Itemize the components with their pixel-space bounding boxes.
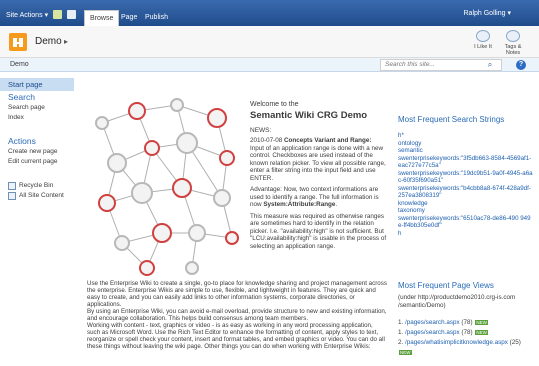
news-heading: Concepts Variant and Range: (283, 137, 372, 144)
search-strings-list: h* ontology semantic swenterprisekeyword… (398, 132, 533, 237)
search-icon[interactable]: ⌕ (484, 60, 496, 70)
search-string-link[interactable]: taxonomy (398, 207, 533, 215)
network-graphic-image (95, 98, 239, 276)
search-string-link[interactable]: h (398, 230, 533, 238)
page-view-link[interactable]: /pages/whatisimplicitknowledge.aspx (405, 339, 508, 346)
search-string-link[interactable]: knowledge (398, 200, 533, 208)
nav-link-edit-current-page[interactable]: Edit current page (8, 158, 58, 165)
title-area: Demo ▸ I Like It Tags & Notes (0, 26, 539, 58)
recycle-bin-icon (8, 182, 16, 190)
tab-page[interactable]: Page (116, 9, 142, 26)
i-like-it-button[interactable]: I Like It (470, 30, 496, 50)
top-navigation: Demo Search this site... ⌕ ? (0, 58, 539, 72)
page-view-link[interactable]: /pages/search.aspx (405, 329, 460, 336)
nav-start-page[interactable]: Start page (0, 78, 74, 91)
tab-browse[interactable]: Browse (84, 10, 120, 26)
news-label: NEWS: (250, 127, 272, 134)
new-badge: NEW (475, 329, 488, 335)
page-views-list: 1. /pages/search.aspx (78) NEW 1. /pages… (398, 318, 538, 358)
nav-link-search-page[interactable]: Search page (8, 104, 45, 111)
nav-link-index[interactable]: Index (8, 114, 24, 121)
description-paragraph-1: Use the Enterprise Wiki to create a sing… (87, 280, 387, 308)
edit-page-icon[interactable] (67, 10, 76, 19)
user-menu[interactable]: Ralph Golling ▾ (464, 9, 512, 17)
chevron-right-icon: ▸ (64, 37, 69, 46)
description-text: Use the Enterprise Wiki to create a sing… (87, 280, 387, 350)
search-string-link[interactable]: h* (398, 132, 533, 140)
site-title[interactable]: Demo (35, 36, 62, 47)
help-icon[interactable]: ? (516, 60, 526, 70)
news-date: 2010-07-08 (250, 137, 283, 144)
description-paragraph-2: By using an Enterprise Wiki, you can avo… (87, 308, 387, 322)
site-actions-menu[interactable]: Site Actions ▾ (6, 11, 49, 20)
search-string-link[interactable]: swenterprisekeywords:"b4cbb8a8-674f-428a… (398, 185, 533, 200)
search-string-link[interactable]: swenterprisekeywords:"6510ac78-de86-490 … (398, 215, 533, 230)
news-content: 2010-07-08 Concepts Variant and Range: I… (250, 137, 387, 254)
new-badge: NEW (475, 319, 488, 325)
list-item: 1. /pages/search.aspx (78) NEW (398, 329, 488, 336)
tab-publish[interactable]: Publish (140, 9, 173, 26)
topnav-item-demo[interactable]: Demo (10, 61, 29, 68)
search-strings-heading: Most Frequent Search Strings (398, 115, 505, 124)
navigate-up-icon[interactable] (53, 10, 62, 19)
description-paragraph-3: Working with content - text, graphics or… (87, 322, 385, 350)
nav-heading-search[interactable]: Search (8, 92, 35, 102)
page-title: Semantic Wiki CRG Demo (250, 110, 368, 121)
ribbon-bar: Site Actions ▾ Browse Page Publish Ralph… (0, 0, 539, 26)
site-actions-label: Site Actions (6, 11, 43, 19)
new-badge: NEW (399, 349, 412, 355)
search-string-link[interactable]: swenterprisekeywords:"19dc9b51-9a0f-4945… (398, 170, 533, 185)
list-item: NEW (398, 348, 538, 358)
nav-link-create-new-page[interactable]: Create new page (8, 148, 58, 155)
site-logo-icon[interactable] (9, 33, 27, 51)
news-paragraph-3: This measure was required as otherwise r… (250, 212, 387, 250)
tags-notes-button[interactable]: Tags & Notes (500, 30, 526, 56)
ribbon-background (0, 0, 539, 26)
site-content-icon (8, 192, 16, 200)
search-string-link[interactable]: semantic (398, 147, 533, 155)
search-string-link[interactable]: swenterprisekeywords:"3f5db663-8584-4569… (398, 155, 533, 170)
nav-heading-actions[interactable]: Actions (8, 136, 36, 146)
list-item: 1. /pages/search.aspx (78) NEW (398, 319, 488, 326)
thumbs-up-icon (476, 30, 490, 42)
page-views-heading: Most Frequent Page Views (398, 281, 494, 290)
page-views-note: (under http://productdemo2010.crg-is.com… (398, 294, 516, 309)
chevron-down-icon: ▾ (44, 12, 49, 19)
list-item: 2. /pages/whatisimplicitknowledge.aspx (… (398, 339, 521, 346)
news-p1-text: Input of an application range is done wi… (250, 144, 386, 182)
tag-icon (506, 30, 520, 42)
chevron-down-icon: ▾ (507, 10, 511, 17)
left-navigation: Start page Search Search page Index Acti… (0, 72, 74, 366)
nav-link-all-site-content[interactable]: All Site Content (19, 192, 64, 199)
page-view-link[interactable]: /pages/search.aspx (405, 319, 460, 326)
news-paragraph-2: Advantage: Now, two context informations… (250, 186, 379, 208)
welcome-text: Welcome to the (250, 101, 299, 108)
nav-link-recycle-bin[interactable]: Recycle Bin (19, 182, 53, 189)
news-paragraph-1: 2010-07-08 Concepts Variant and Range: I… (250, 137, 387, 182)
search-string-link[interactable]: ontology (398, 140, 533, 148)
news-bold-term: System:Attribute:Range (263, 201, 336, 208)
